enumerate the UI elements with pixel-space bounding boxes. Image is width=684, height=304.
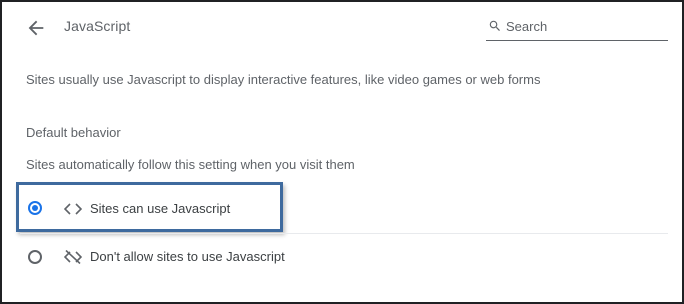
option-label: Don't allow sites to use Javascript: [90, 249, 285, 264]
radio-button-unselected[interactable]: [28, 250, 42, 264]
settings-page: JavaScript Sites usually use Javascript …: [0, 0, 684, 304]
page-title: JavaScript: [64, 18, 131, 34]
search-icon: [488, 19, 502, 33]
code-off-icon: [63, 249, 83, 265]
option-allow-javascript[interactable]: Sites can use Javascript: [20, 184, 282, 230]
search-input[interactable]: [506, 16, 664, 36]
section-subtitle: Sites automatically follow this setting …: [26, 157, 355, 172]
search-box[interactable]: [486, 14, 668, 41]
divider: [20, 233, 668, 234]
radio-button-selected[interactable]: [28, 201, 42, 215]
option-block-javascript[interactable]: Don't allow sites to use Javascript: [20, 235, 660, 279]
page-description: Sites usually use Javascript to display …: [26, 72, 541, 87]
arrow-back-icon[interactable]: [25, 17, 47, 39]
section-heading: Default behavior: [26, 125, 121, 140]
option-label: Sites can use Javascript: [90, 201, 231, 216]
code-icon: [63, 202, 83, 216]
